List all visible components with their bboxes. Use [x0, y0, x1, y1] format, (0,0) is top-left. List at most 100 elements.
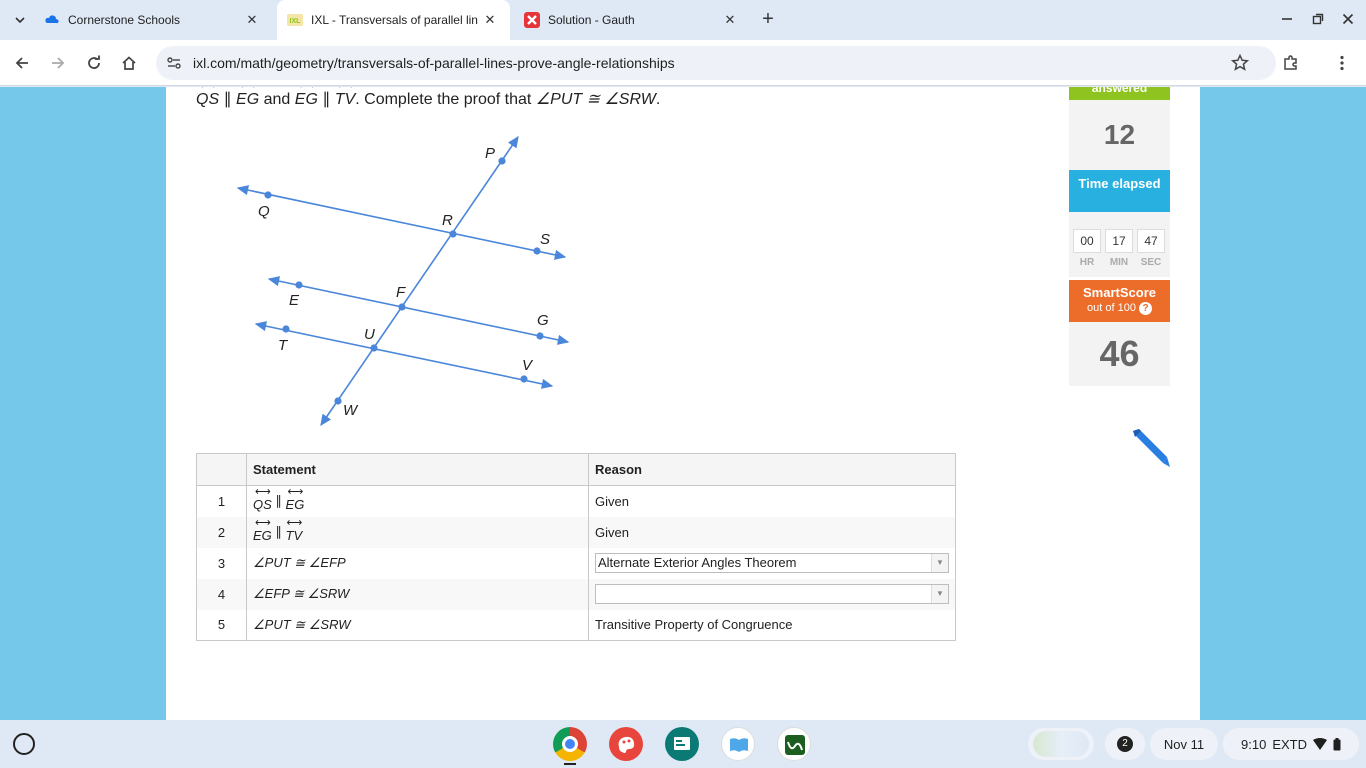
canvas-app-icon[interactable]	[609, 727, 643, 761]
reader-app-icon[interactable]	[721, 727, 755, 761]
label-r: R	[442, 212, 453, 229]
chrome-icon[interactable]	[553, 727, 587, 761]
clock-time: 9:10	[1241, 736, 1267, 752]
address-bar[interactable]: ixl.com/math/geometry/transversals-of-pa…	[156, 46, 1276, 80]
page-viewport: QS ∥ EG and EG ∥ TV. Complete the proof …	[0, 87, 1366, 720]
point-u	[370, 344, 378, 352]
reload-icon	[88, 55, 100, 69]
smartscore-label: SmartScore	[1083, 285, 1156, 300]
time-elapsed-label: Time elapsed	[1069, 170, 1170, 212]
status-tray[interactable]: 9:10 EXTD	[1223, 728, 1359, 760]
timer-hours: 00	[1073, 229, 1101, 253]
minimize-button[interactable]	[1275, 8, 1299, 32]
tab-strip: Cornerstone Schools ✕ IXL IXL - Transver…	[0, 0, 1366, 40]
close-icon[interactable]: ✕	[244, 12, 260, 28]
timer-minutes: 17	[1105, 229, 1133, 253]
reason-dropdown[interactable]: Alternate Exterior Angles Theorem ▼	[595, 553, 949, 573]
site-settings-icon[interactable]	[166, 55, 182, 71]
restore-icon	[1312, 13, 1324, 25]
help-icon[interactable]: ?	[1139, 302, 1152, 315]
tab-search-button[interactable]	[6, 8, 34, 32]
proof-goal: ∠PUT ≅ ∠SRW	[535, 91, 656, 108]
row-number: 4	[196, 578, 247, 610]
point-w	[334, 397, 342, 405]
home-button[interactable]	[117, 51, 141, 75]
desmos-app-icon[interactable]	[777, 727, 811, 761]
proof-header-number	[196, 453, 247, 486]
browser-toolbar: ixl.com/math/geometry/transversals-of-pa…	[0, 40, 1366, 86]
notification-tray[interactable]: 2	[1105, 728, 1145, 760]
holding-space-tray[interactable]	[1028, 728, 1094, 760]
transversal-pw	[320, 135, 519, 427]
line-tv: TV	[335, 87, 356, 109]
row-reason: Given	[588, 485, 956, 517]
dropdown-arrow-icon[interactable]: ▼	[931, 554, 948, 572]
timer-seconds: 47	[1137, 229, 1165, 253]
point-f	[398, 303, 406, 311]
tab-title: IXL - Transversals of parallel lin	[311, 13, 478, 27]
close-icon[interactable]: ✕	[722, 12, 738, 28]
smartscore-value: 46	[1069, 322, 1170, 386]
proof-row: 2 EG ∥ TV Given	[196, 516, 956, 548]
row-number: 1	[196, 485, 247, 517]
label-w: W	[343, 402, 359, 419]
os-shelf: 2 Nov 11 9:10 EXTD	[0, 720, 1366, 768]
parallel-lines-figure: P Q R S E F G T U V W	[236, 135, 570, 427]
label-s: S	[540, 231, 550, 248]
cornerstone-icon	[44, 12, 60, 28]
timer-hours-label: HR	[1079, 257, 1095, 268]
back-button[interactable]	[10, 51, 34, 75]
restore-button[interactable]	[1306, 8, 1330, 32]
timer-seconds-label: SEC	[1140, 257, 1162, 268]
tab-cornerstone[interactable]: Cornerstone Schools ✕	[44, 0, 272, 40]
more-vertical-icon	[1340, 55, 1344, 71]
dropdown-arrow-icon[interactable]: ▼	[931, 585, 948, 603]
extensions-button[interactable]	[1279, 51, 1303, 75]
row-number: 3	[196, 547, 247, 579]
reason-dropdown[interactable]: ▼	[595, 584, 949, 604]
tab-gauth[interactable]: Solution - Gauth ✕	[516, 0, 750, 40]
line-tv	[254, 321, 554, 389]
tab-ixl[interactable]: IXL IXL - Transversals of parallel lin ✕	[277, 0, 510, 40]
row-reason: Transitive Property of Congruence	[588, 609, 956, 641]
proof-row: 5 ∠PUT ≅ ∠SRW Transitive Property of Con…	[196, 609, 956, 641]
smartscore-sublabel: out of 100	[1087, 302, 1136, 314]
point-e	[295, 281, 303, 289]
extended-display-label: EXTD	[1272, 736, 1307, 752]
svg-text:IXL: IXL	[290, 18, 302, 25]
close-icon[interactable]: ✕	[482, 12, 498, 28]
line-eg	[267, 276, 570, 345]
point-s	[533, 247, 541, 255]
row-statement: QS ∥ EG	[246, 485, 589, 517]
forward-button[interactable]	[46, 51, 70, 75]
launcher-icon[interactable]	[13, 733, 35, 755]
row-statement: EG ∥ TV	[246, 516, 589, 548]
tab-title: Cornerstone Schools	[68, 13, 181, 27]
point-t	[282, 325, 290, 333]
reload-button[interactable]	[82, 51, 106, 75]
row-reason: ▼	[588, 578, 956, 610]
proof-table: Statement Reason 1 QS ∥ EG Given 2	[196, 453, 956, 641]
row-statement: ∠PUT ≅ ∠SRW	[246, 609, 589, 641]
bookmark-star-icon[interactable]	[1230, 53, 1250, 73]
classroom-app-icon[interactable]	[665, 727, 699, 761]
time-elapsed-box: 00 17 47 HR MIN SEC	[1069, 212, 1170, 277]
home-icon	[122, 56, 136, 70]
gauth-icon	[524, 12, 540, 28]
reason-dropdown-value: Alternate Exterior Angles Theorem	[598, 555, 797, 570]
new-tab-button[interactable]: +	[758, 9, 778, 30]
proof-row: 4 ∠EFP ≅ ∠SRW ▼	[196, 578, 956, 610]
label-e: E	[289, 292, 300, 309]
date-tray[interactable]: Nov 11	[1150, 728, 1218, 760]
point-p	[498, 157, 506, 165]
minimize-icon	[1282, 18, 1292, 20]
proof-row: 1 QS ∥ EG Given	[196, 485, 956, 517]
browser-menu-button[interactable]	[1330, 51, 1354, 75]
pencil-icon[interactable]	[1129, 427, 1171, 469]
point-v	[520, 375, 528, 383]
close-window-button[interactable]	[1336, 8, 1360, 32]
url-text: ixl.com/math/geometry/transversals-of-pa…	[193, 55, 675, 71]
line-qs: QS	[196, 87, 219, 109]
proof-row: 3 ∠PUT ≅ ∠EFP Alternate Exterior Angles …	[196, 547, 956, 579]
label-p: P	[485, 145, 495, 162]
